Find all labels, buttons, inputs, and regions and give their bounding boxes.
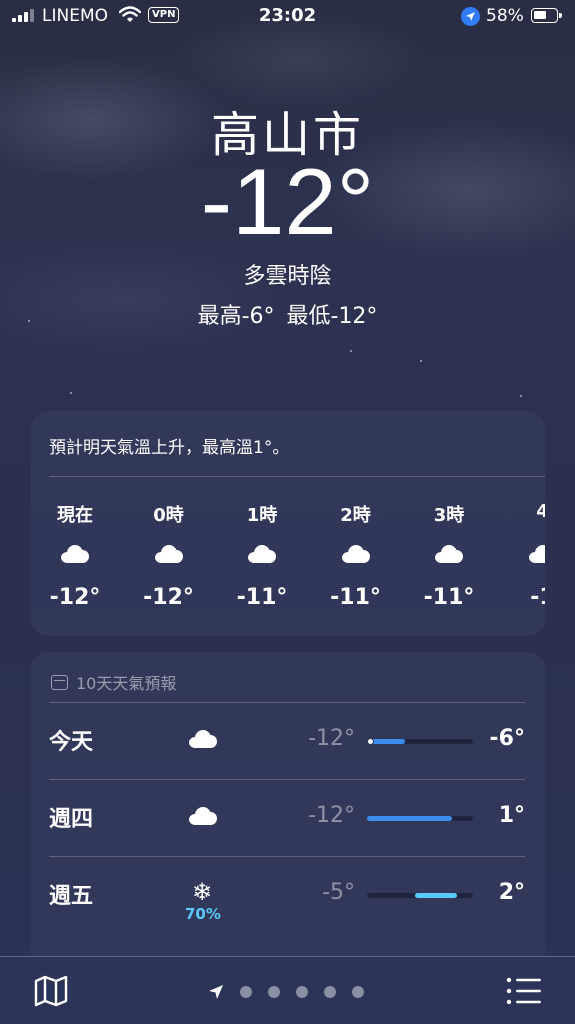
hourly-item: 4 -1 (503, 501, 545, 610)
cloud-icon (186, 728, 218, 748)
cloud-icon (432, 543, 466, 565)
status-bar: LINEMO VPN 23:02 58% (0, 0, 575, 34)
current-temperature-dot (367, 738, 374, 745)
temperature-range-bar (367, 816, 473, 821)
day-name: 週五 (49, 884, 94, 909)
day-weather-icon (185, 726, 219, 748)
forecast-summary: 預計明天氣溫上升，最高溫1°。 (49, 438, 290, 458)
day-name: 今天 (49, 730, 94, 755)
day-low-temperature: -12° (308, 726, 355, 751)
location-services-icon (461, 7, 480, 26)
cloud-icon (186, 805, 218, 825)
ten-day-forecast-header: 10天天氣預報 (51, 670, 176, 694)
hourly-item: 3時 -11° (409, 501, 489, 610)
day-low-temperature: -12° (308, 803, 355, 828)
divider (49, 702, 525, 703)
precipitation-chance: 70% (185, 905, 221, 923)
current-location-arrow-icon[interactable] (208, 984, 224, 1000)
map-icon[interactable] (34, 975, 68, 1007)
hourly-item: 現在 -12° (35, 501, 115, 610)
hour-label: 2時 (340, 505, 371, 526)
hourly-forecast-card[interactable]: 預計明天氣溫上升，最高溫1°。 現在 -12° 0時 -12° 1時 -11° 2時 -11°… (31, 411, 545, 636)
weather-condition: 多雲時陰 (243, 264, 332, 289)
hourly-item: 0時 -12° (129, 501, 209, 610)
divider (49, 476, 545, 477)
page-dot[interactable] (268, 986, 280, 998)
hour-label: 3時 (433, 505, 465, 526)
hourly-item: 1時 -11° (222, 501, 302, 610)
cloud-icon (339, 543, 373, 565)
day-low-temperature: -5° (322, 880, 355, 905)
hour-label: 0時 (153, 505, 184, 526)
hour-temperature: -11° (423, 585, 475, 610)
ten-day-forecast-card[interactable]: 10天天氣預報 今天 -12° -6° 週四 -12° 1° 週五 ❄ 70% -5° 2° (31, 652, 545, 972)
temperature-range-bar (367, 738, 473, 745)
star (520, 395, 522, 397)
cloud-icon (526, 543, 545, 565)
star (350, 350, 352, 352)
temperature-range-fill (367, 816, 452, 821)
hour-temperature: -11° (236, 585, 288, 610)
hour-temperature: -12° (143, 585, 194, 610)
bottom-toolbar (0, 956, 575, 1024)
hour-temperature: -12° (49, 585, 101, 610)
daily-row[interactable]: 週四 -12° 1° (49, 779, 525, 856)
divider (49, 779, 525, 780)
battery-percentage: 58% (486, 6, 524, 26)
high-low-temperature: 最高-6° 最低-12° (0, 298, 575, 330)
low-temperature: 最低-12° (286, 304, 378, 329)
page-dot[interactable] (296, 986, 308, 998)
cloud-icon (245, 543, 279, 565)
star (420, 360, 422, 362)
page-dot[interactable] (324, 986, 336, 998)
hour-label: 4 (536, 501, 545, 522)
temperature-range-fill (414, 893, 458, 898)
daily-row[interactable]: 今天 -12° -6° (49, 702, 525, 779)
hour-label: 現在 (57, 505, 93, 526)
location-list-icon[interactable] (506, 977, 542, 1005)
page-dot[interactable] (352, 986, 364, 998)
page-dot[interactable] (240, 986, 252, 998)
day-name: 週四 (49, 807, 94, 832)
current-temperature: -12° (200, 149, 375, 254)
cloud-icon (58, 543, 92, 565)
high-temperature: 最高-6° (197, 304, 275, 329)
day-high-temperature: 2° (498, 880, 525, 905)
ten-day-forecast-title: 10天天氣預報 (76, 674, 177, 693)
hourly-item: 2時 -11° (316, 501, 396, 610)
hour-temperature: -1 (530, 585, 545, 610)
day-weather-icon: ❄ 70% (185, 878, 221, 923)
calendar-icon (51, 674, 68, 690)
battery-icon (531, 8, 562, 23)
divider (49, 856, 525, 857)
cloud-icon (152, 543, 186, 565)
page-indicator[interactable] (208, 984, 364, 1000)
hour-temperature: -11° (330, 585, 381, 610)
daily-row[interactable]: 週五 ❄ 70% -5° 2° (49, 856, 525, 933)
snowflake-icon: ❄ (191, 878, 213, 906)
star (70, 392, 72, 394)
temperature-range-bar (367, 893, 473, 898)
day-weather-icon (185, 803, 219, 825)
day-high-temperature: -6° (489, 726, 525, 751)
hour-label: 1時 (246, 505, 278, 526)
day-high-temperature: 1° (498, 803, 525, 828)
